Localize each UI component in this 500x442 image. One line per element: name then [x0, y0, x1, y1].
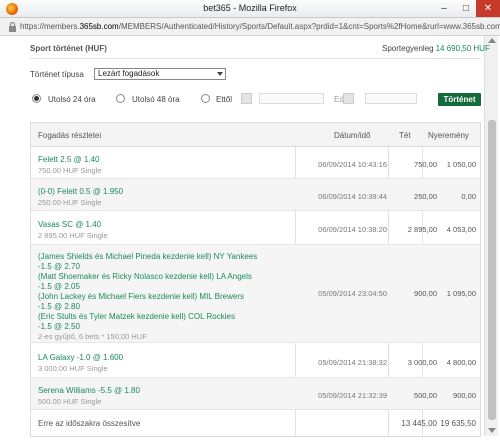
scroll-down-icon[interactable] [488, 428, 496, 433]
bet-return: 4 053,00 [446, 225, 476, 234]
maximize-icon[interactable]: □ [455, 0, 477, 17]
bet-selection[interactable]: Serena Williams -5.5 @ 1.80 [38, 385, 140, 396]
radio-last-48h[interactable] [116, 94, 125, 103]
bet-selection-odds: -1.5 @ 2.50 [38, 322, 80, 331]
table-row[interactable]: Vasas SC @ 1.40 2 895.00 HUF Single 06/0… [31, 211, 480, 245]
bet-selection[interactable]: LA Galaxy -1.0 @ 1.600 [38, 352, 123, 363]
bet-history-table: Fogadás részletei Dátum/idő Tét Nyeremén… [30, 122, 481, 437]
radio-date-range[interactable] [201, 94, 210, 103]
page-scrollbar[interactable] [484, 36, 498, 436]
scroll-up-icon[interactable] [488, 38, 496, 43]
bet-date: 05/09/2014 21:38:32 [318, 358, 387, 367]
bet-return: 1 050,00 [446, 160, 476, 169]
lock-icon [9, 22, 16, 32]
bet-stake: 3 000,00 [407, 358, 437, 367]
bet-date: 06/09/2014 10:39:44 [318, 192, 387, 201]
close-icon[interactable]: ✕ [476, 0, 500, 17]
bet-stake-type: 250.00 HUF Single [38, 198, 102, 207]
history-type-select[interactable]: Lezárt fogadások [94, 68, 226, 80]
bet-stake-type: 2-es gyűjtő, 6 bets * 150,00 HUF [38, 332, 147, 341]
from-date-field[interactable] [259, 93, 324, 104]
from-label: Ettől [216, 95, 233, 104]
header-return: Nyeremény [428, 131, 469, 140]
address-bar[interactable]: https://members.365sb.com/MEMBERS/Authen… [0, 18, 500, 36]
bet-return: 1 095,00 [446, 289, 476, 298]
divider [30, 58, 481, 59]
return-total: 19 635,50 [440, 419, 476, 428]
minimize-icon[interactable]: – [433, 0, 455, 17]
bet-selection[interactable]: Felett 2.5 @ 1.40 [38, 154, 100, 165]
table-row[interactable]: Serena Williams -5.5 @ 1.80 500.00 HUF S… [31, 378, 480, 410]
bet-stake: 2 895,00 [407, 225, 437, 234]
bet-return: 900,00 [453, 391, 476, 400]
bet-stake: 250,00 [414, 192, 437, 201]
table-row[interactable]: LA Galaxy -1.0 @ 1.600 3 000,00 HUF Sing… [31, 343, 480, 378]
balance-amount: 14 690,50 HUF [435, 44, 490, 53]
url-text: https://members.365sb.com/MEMBERS/Authen… [20, 22, 500, 31]
bet-stake: 750,00 [414, 160, 437, 169]
bet-date: 05/09/2014 23:04:50 [318, 289, 387, 298]
scrollbar-thumb[interactable] [488, 120, 496, 420]
radio-last-48h-label: Utolsó 48 óra [132, 95, 180, 104]
history-page: Sport történet (HUF) Sportegyenleg 14 690… [8, 36, 490, 437]
table-row[interactable]: (James Shields és Michael Pineda kezdeni… [31, 245, 480, 343]
table-footer: Erre az időszakra összesítve 13 445,00 1… [31, 410, 480, 436]
history-type-label: Történet típusa [30, 70, 84, 79]
history-submit-button[interactable]: Történet [438, 93, 481, 106]
bet-stake: 900,00 [414, 289, 437, 298]
totals-label: Erre az időszakra összesítve [38, 419, 141, 428]
bet-stake-type: 750.00 HUF Single [38, 166, 102, 175]
bet-date: 06/09/2014 10:38:20 [318, 225, 387, 234]
chevron-down-icon [217, 72, 223, 76]
bet-return: 4 800,00 [446, 358, 476, 367]
radio-last-24h-label: Utolsó 24 óra [48, 95, 96, 104]
bet-selection[interactable]: Vasas SC @ 1.40 [38, 219, 101, 230]
bet-return: 0,00 [461, 192, 476, 201]
window-titlebar: bet365 - Mozilla Firefox – □ ✕ [0, 0, 500, 18]
bet-stake-type: 500.00 HUF Single [38, 397, 102, 406]
header-date-time: Dátum/idő [334, 131, 371, 140]
bet-stake-type: 3 000,00 HUF Single [38, 364, 108, 373]
header-stake: Tét [399, 131, 411, 140]
sport-balance: Sportegyenleg 14 690,50 HUF [382, 44, 490, 53]
bet-date: 05/09/2014 21:32:39 [318, 391, 387, 400]
radio-last-24h[interactable] [32, 94, 41, 103]
page-title: Sport történet (HUF) [30, 44, 107, 53]
bet-selection[interactable]: (0-0) Felett 0.5 @ 1.950 [38, 186, 123, 197]
window-title: bet365 - Mozilla Firefox [203, 3, 297, 13]
bet-date: 06/09/2014 10:43:16 [318, 160, 387, 169]
bet-stake: 500,00 [414, 391, 437, 400]
header-bet-details: Fogadás részletei [38, 131, 102, 140]
table-header: Fogadás részletei Dátum/idő Tét Nyeremén… [31, 123, 480, 147]
until-date-field[interactable] [365, 93, 417, 104]
stake-total: 13 445,00 [401, 419, 437, 428]
bet-stake-type: 2 895.00 HUF Single [38, 231, 108, 240]
table-row[interactable]: (0-0) Felett 0.5 @ 1.950 250.00 HUF Sing… [31, 179, 480, 211]
table-row[interactable]: Felett 2.5 @ 1.40 750.00 HUF Single 06/0… [31, 147, 480, 179]
calendar-from-icon[interactable] [241, 93, 252, 104]
calendar-until-icon[interactable] [343, 93, 354, 104]
